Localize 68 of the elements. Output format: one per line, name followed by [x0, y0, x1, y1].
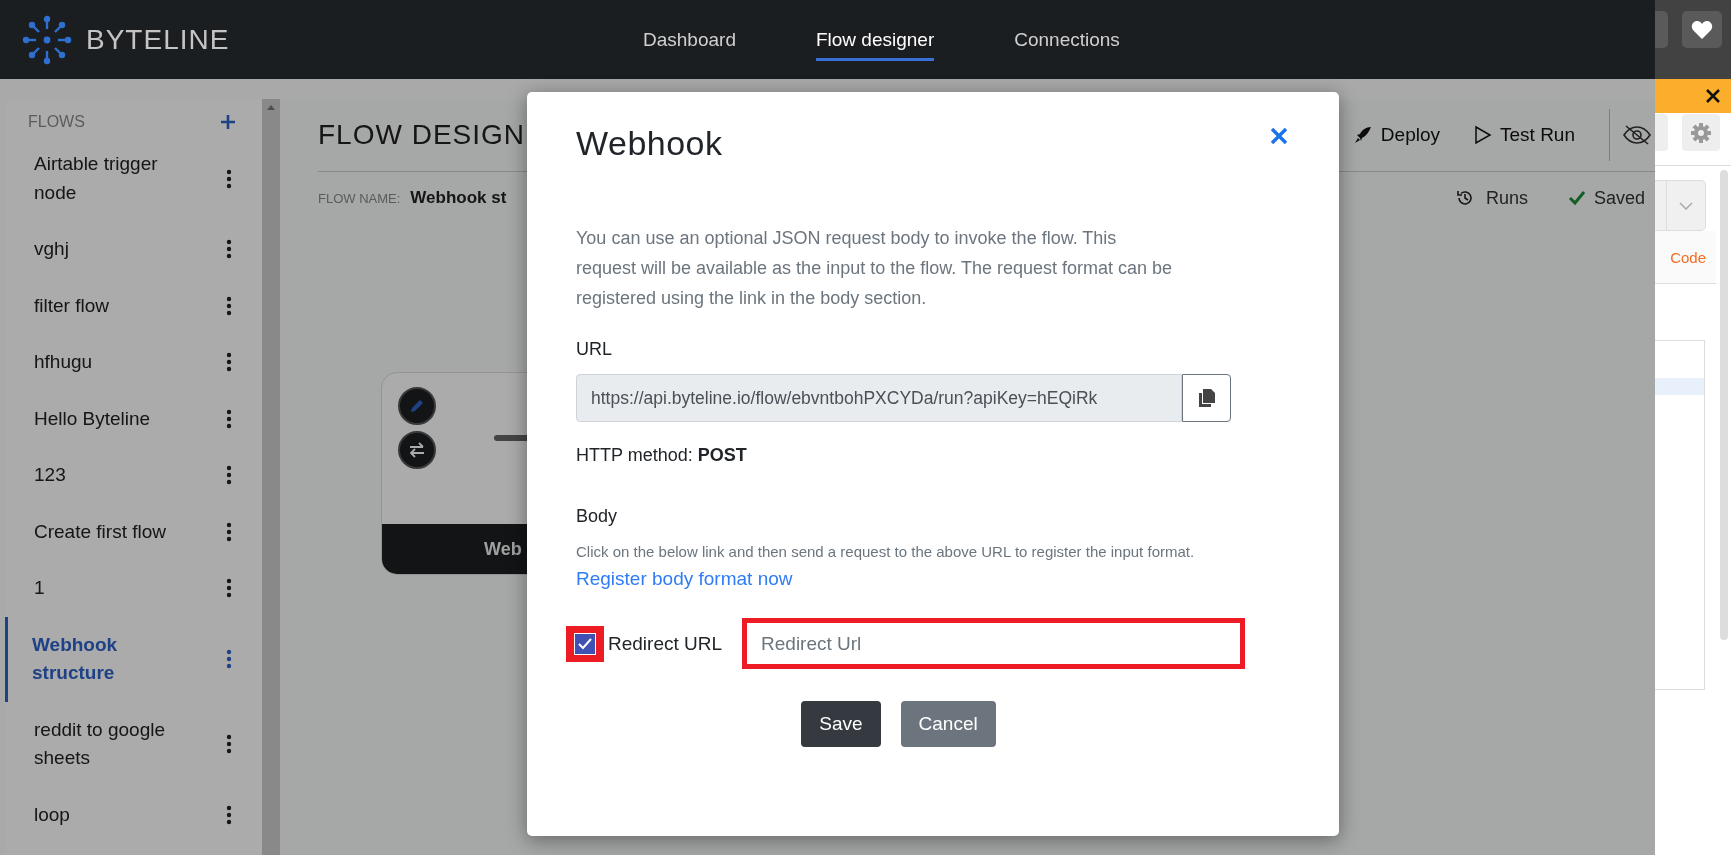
saved-status: Saved	[1593, 187, 1645, 209]
nav-tab[interactable]: Flow designer	[815, 0, 935, 79]
more-icon[interactable]	[226, 734, 232, 754]
nav-tab[interactable]: Dashboard	[643, 0, 736, 79]
dialog-title: Webhook	[576, 123, 723, 164]
url-field[interactable]: https://api.byteline.io/flow/ebvntbohPXCYDa/run?apiKey=hEQiRk	[576, 374, 1182, 422]
checkmark-icon	[577, 636, 593, 651]
sidebar-item[interactable]: hfhugu	[5, 334, 262, 391]
body-hint-text: Click on the below link and then send a request to the above URL to register the input format.	[576, 543, 1196, 560]
copy-button[interactable]	[1182, 374, 1231, 422]
more-icon[interactable]	[226, 465, 232, 486]
register-link[interactable]: Register body format now	[576, 568, 793, 590]
copy-icon	[1197, 388, 1216, 408]
sidebar-item[interactable]: 1	[5, 560, 262, 617]
close-icon[interactable]	[1269, 126, 1289, 146]
hidden-eye-icon[interactable]	[1622, 124, 1652, 146]
flow-name: Webhook st	[410, 188, 507, 208]
page-title: FLOW DESIGN	[318, 119, 525, 151]
body-label: Body	[576, 505, 619, 528]
scrollbar[interactable]	[262, 99, 280, 855]
sidebar-item[interactable]: vghj	[5, 221, 262, 278]
nav-tab[interactable]: Connections	[1014, 0, 1120, 79]
swap-arrows-icon	[407, 441, 427, 459]
more-icon[interactable]	[226, 408, 232, 429]
sidebar-item[interactable]: Airtable trigger node	[5, 136, 262, 221]
sidebar-item[interactable]: reddit to google sheets	[5, 701, 262, 787]
more-icon[interactable]	[226, 804, 232, 825]
sidebar-item[interactable]: loop	[5, 786, 262, 843]
http-method-text: HTTP method: POST	[576, 445, 748, 466]
more-icon[interactable]	[226, 352, 232, 373]
swap-button[interactable]	[398, 431, 436, 469]
more-icon[interactable]	[226, 578, 232, 599]
edit-button[interactable]	[398, 387, 436, 425]
sidebar-title: FLOWS	[28, 113, 85, 131]
sidebar-item[interactable]: Create first flow	[5, 503, 262, 560]
url-label: URL	[576, 338, 613, 361]
redirect-url-field[interactable]: Redirect Url	[742, 618, 1246, 669]
scrollbar[interactable]	[1720, 170, 1728, 640]
description-text: You can use an optional JSON request body to invoke the flow. This request will be available as the input to the flow. The request format can be registered using the link in the body section.	[576, 227, 1174, 310]
action-button[interactable]: Test Run	[1474, 124, 1575, 146]
logo-text: BYTELINE	[86, 23, 230, 56]
close-icon[interactable]	[1705, 88, 1721, 104]
sidebar-item[interactable]: Hello Byteline	[5, 390, 262, 447]
heart-icon	[1691, 19, 1713, 40]
sidebar-item[interactable]: 123	[5, 447, 262, 504]
checkbox[interactable]	[566, 625, 604, 662]
sidebar-item[interactable]: filter flow	[5, 277, 262, 334]
play-icon	[1474, 125, 1492, 145]
history-icon	[1455, 189, 1474, 207]
chevron-down-icon	[1679, 201, 1693, 210]
node-label: Web	[484, 538, 522, 560]
pencil-icon	[408, 397, 426, 415]
runs-button[interactable]: Runs	[1455, 187, 1528, 209]
dialog-button[interactable]: Cancel	[900, 701, 996, 747]
more-icon[interactable]	[226, 239, 232, 260]
settings-icon	[1690, 121, 1712, 144]
more-icon[interactable]	[226, 168, 232, 189]
favorite-button[interactable]	[1682, 11, 1722, 48]
dialog-button[interactable]: Save	[801, 701, 881, 747]
logo-icon	[22, 14, 72, 65]
redirect-url-label: Redirect URL	[608, 632, 723, 655]
flow-name-label: FLOW NAME:	[318, 191, 401, 206]
more-icon[interactable]	[226, 649, 232, 669]
add-icon[interactable]	[220, 114, 236, 130]
more-icon[interactable]	[226, 521, 232, 542]
check-icon	[1567, 190, 1586, 206]
action-button[interactable]: Deploy	[1352, 124, 1440, 146]
more-icon[interactable]	[226, 295, 232, 316]
